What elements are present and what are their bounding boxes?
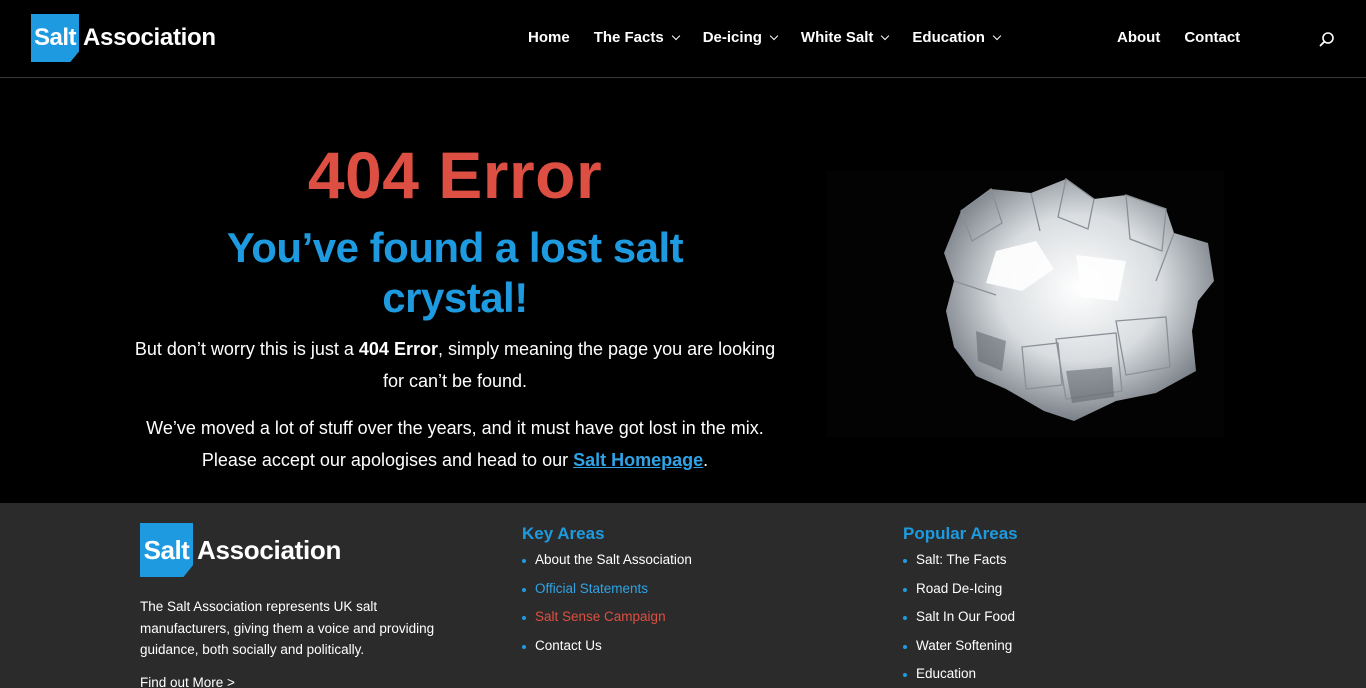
popular-areas-list: Salt: The Facts Road De-Icing Salt In Ou… (903, 552, 1015, 688)
popular-de-icing-link[interactable]: Road De-Icing (916, 581, 1002, 596)
logo-mark: Salt (31, 14, 79, 62)
apology-message-end: . (703, 450, 709, 470)
nav-white-salt[interactable]: White Salt (800, 29, 890, 46)
bullet-icon (903, 673, 907, 677)
bullet-icon (522, 616, 526, 620)
list-item: Education (903, 666, 1015, 688)
bullet-icon (522, 559, 526, 563)
apology-message: We’ve moved a lot of stuff over the year… (130, 412, 780, 476)
error-message-end: , simply meaning the page you are lookin… (382, 339, 776, 391)
nav-about[interactable]: About (1117, 29, 1160, 46)
footer-logo-mark: Salt (140, 523, 193, 577)
chevron-down-icon (769, 31, 779, 41)
nav-about-label: About (1117, 29, 1161, 46)
list-item: Official Statements (522, 581, 692, 610)
logo-wordmark: Association (83, 24, 216, 51)
bullet-icon (903, 616, 907, 620)
footer-logo[interactable]: Salt Association (140, 523, 341, 577)
nav-education-label: Education (912, 29, 985, 46)
popular-areas-title: Popular Areas (903, 524, 1018, 543)
nav-white-salt-label: White Salt (800, 29, 874, 46)
key-area-salt-sense-link[interactable]: Salt Sense Campaign (535, 609, 666, 624)
nav-de-icing[interactable]: De-icing (702, 29, 779, 46)
site-footer: Salt Association The Salt Association re… (0, 503, 1366, 688)
bullet-icon (903, 587, 907, 592)
nav-the-facts-label: The Facts (593, 29, 664, 46)
bullet-icon (903, 644, 907, 649)
find-out-more-link[interactable]: Find out More > (140, 675, 235, 688)
error-title: 404 Error (307, 138, 603, 212)
site-logo[interactable]: Salt Association (31, 14, 216, 62)
footer-logo-wordmark: Association (197, 534, 342, 565)
popular-facts-link[interactable]: Salt: The Facts (916, 552, 1007, 567)
salt-crystal-image (826, 171, 1224, 437)
list-item: Salt: The Facts (903, 552, 1015, 581)
error-message-start: But don’t worry this is just a (134, 339, 359, 359)
bullet-icon (903, 559, 907, 563)
error-message-bold: 404 Error (358, 339, 438, 359)
error-hero: 404 Error You’ve found a lost salt cryst… (0, 79, 1366, 503)
nav-home-label: Home (528, 29, 570, 46)
bullet-icon (522, 587, 526, 592)
error-message: But don’t worry this is just a 404 Error… (130, 333, 780, 397)
footer-description: The Salt Association represents UK salt … (140, 599, 435, 657)
key-areas-title: Key Areas (522, 524, 605, 543)
error-subtitle: You’ve found a lost salt crystal! (226, 224, 684, 321)
nav-education[interactable]: Education (912, 29, 1002, 46)
main-nav: Home The Facts De-icing White Salt Educa… (528, 29, 1024, 46)
bullet-icon (522, 644, 526, 649)
key-area-statements-link[interactable]: Official Statements (535, 581, 648, 596)
list-item: Water Softening (903, 638, 1015, 667)
search-icon[interactable] (1319, 31, 1335, 47)
chevron-down-icon (992, 31, 1002, 41)
list-item: Road De-Icing (903, 581, 1015, 610)
key-area-about-link[interactable]: About the Salt Association (535, 552, 692, 567)
salt-homepage-link[interactable]: Salt Homepage (573, 450, 703, 470)
nav-contact-label: Contact (1184, 29, 1241, 46)
nav-de-icing-label: De-icing (702, 29, 762, 46)
nav-home[interactable]: Home (528, 29, 570, 46)
list-item: Contact Us (522, 638, 692, 667)
list-item: About the Salt Association (522, 552, 692, 581)
chevron-down-icon (881, 31, 890, 41)
chevron-down-icon (671, 31, 680, 41)
popular-water-softening-link[interactable]: Water Softening (916, 638, 1012, 653)
list-item: Salt Sense Campaign (522, 609, 692, 638)
secondary-nav: About Contact (1117, 29, 1264, 46)
list-item: Salt In Our Food (903, 609, 1015, 638)
key-areas-list: About the Salt Association Official Stat… (522, 552, 692, 666)
key-area-contact-link[interactable]: Contact Us (535, 638, 602, 653)
site-header: Salt Association Home The Facts De-icing… (0, 0, 1366, 78)
nav-the-facts[interactable]: The Facts (593, 29, 680, 46)
popular-education-link[interactable]: Education (916, 666, 976, 681)
nav-contact[interactable]: Contact (1184, 29, 1240, 46)
popular-food-link[interactable]: Salt In Our Food (916, 609, 1015, 624)
